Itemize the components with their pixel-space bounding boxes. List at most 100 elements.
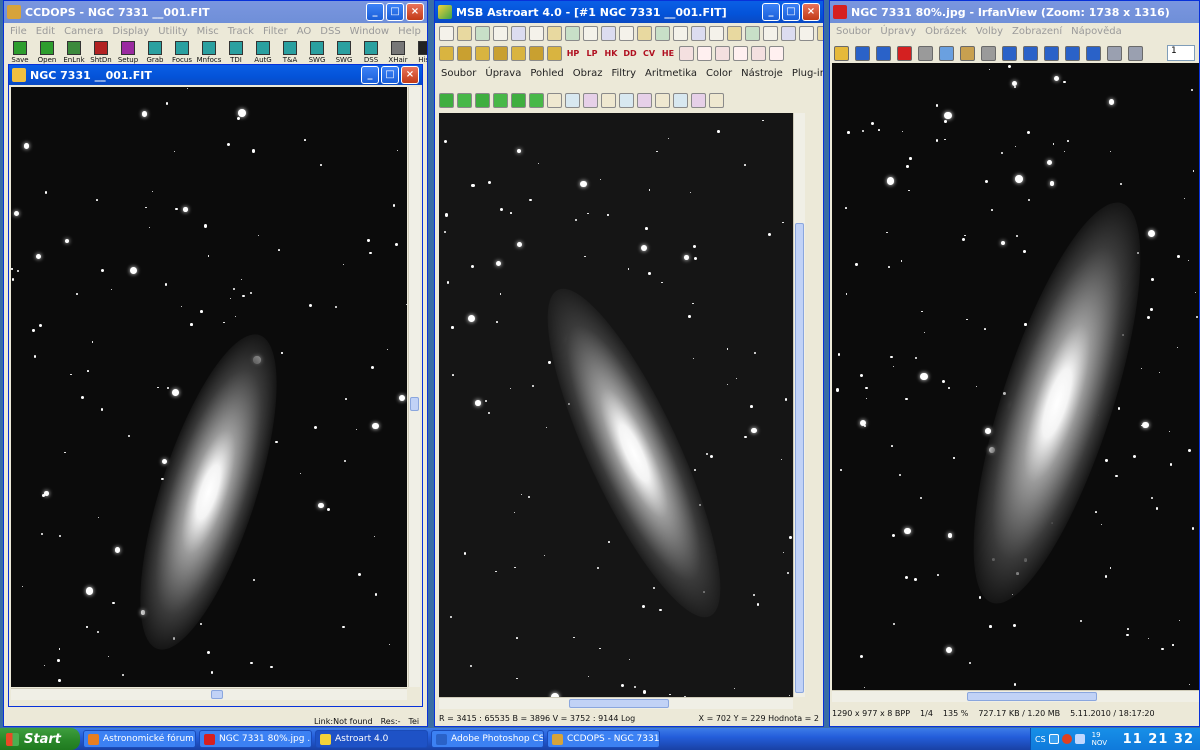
astroart-tool-e-5-icon[interactable] (637, 92, 652, 108)
ccdops-menu-7[interactable]: Filter (263, 26, 288, 37)
volume-icon[interactable] (1074, 734, 1085, 744)
astroart-tool-a-21-icon[interactable] (817, 25, 823, 41)
astroart-tool-c-2-icon[interactable] (715, 45, 730, 61)
irfanview-menu-3[interactable]: Volby (976, 26, 1003, 37)
irfanview-horizontal-scrollbar[interactable] (832, 690, 1199, 702)
child-close-button[interactable]: × (401, 66, 419, 84)
close-button[interactable]: × (406, 3, 424, 21)
filter-1-button[interactable]: LP (584, 49, 600, 58)
ccdops-menu-8[interactable]: AO (297, 26, 312, 37)
child-maximize-button[interactable]: □ (381, 66, 399, 84)
astroart-titlebar[interactable]: MSB Astroart 4.0 - [#1 NGC 7331 __001.FI… (435, 1, 823, 23)
astroart-tool-e-8-icon[interactable] (691, 92, 706, 108)
astroart-tool-b-6-icon[interactable] (547, 45, 562, 61)
astroart-tool-b-4-icon[interactable] (511, 45, 526, 61)
irfanview-tool-8-icon[interactable] (1002, 45, 1017, 61)
astroart-menu-4[interactable]: Filtry (611, 68, 636, 79)
start-button[interactable]: Start (0, 728, 80, 750)
astroart-tool-e-9-icon[interactable] (709, 92, 724, 108)
ccdops-tool-0-button[interactable]: Save (8, 40, 32, 64)
ccdops-tool-8-button[interactable]: TDI (224, 40, 248, 64)
astroart-menu-3[interactable]: Obraz (573, 68, 603, 79)
astroart-tool-d-1-icon[interactable] (457, 92, 472, 108)
ccdops-menu-5[interactable]: Misc (197, 26, 219, 37)
astroart-tool-a-2-icon[interactable] (475, 25, 490, 41)
maximize-button[interactable]: □ (386, 3, 404, 21)
page-number-field[interactable]: 1 (1167, 45, 1195, 61)
astroart-tool-e-0-icon[interactable] (547, 92, 562, 108)
astroart-tool-c-5-icon[interactable] (769, 45, 784, 61)
ccdops-menu-3[interactable]: Display (112, 26, 149, 37)
taskbar-task-3[interactable]: Adobe Photoshop CS... (431, 730, 544, 748)
astroart-tool-c-0-icon[interactable] (679, 45, 694, 61)
ccdops-tool-1-button[interactable]: Open (35, 40, 59, 64)
astroart-tool-a-16-icon[interactable] (727, 25, 742, 41)
irfanview-menu-4[interactable]: Zobrazení (1012, 26, 1062, 37)
astroart-tool-b-2-icon[interactable] (475, 45, 490, 61)
ccdops-tool-3-button[interactable]: ShtDn (89, 40, 113, 64)
ccdops-menu-10[interactable]: Window (350, 26, 389, 37)
irfanview-menu-2[interactable]: Obrázek (925, 26, 967, 37)
ccdops-horizontal-scrollbar[interactable] (11, 688, 407, 700)
astroart-tool-a-10-icon[interactable] (619, 25, 634, 41)
astroart-tool-e-7-icon[interactable] (673, 92, 688, 108)
astroart-tool-d-4-icon[interactable] (511, 92, 526, 108)
astroart-tool-b-0-icon[interactable] (439, 45, 454, 61)
filter-4-button[interactable]: CV (641, 49, 657, 58)
astroart-tool-e-2-icon[interactable] (583, 92, 598, 108)
astroart-tool-a-7-icon[interactable] (565, 25, 580, 41)
astroart-tool-a-20-icon[interactable] (799, 25, 814, 41)
ccdops-image-canvas[interactable] (11, 87, 407, 687)
filter-3-button[interactable]: DD (622, 49, 638, 58)
astroart-tool-e-3-icon[interactable] (601, 92, 616, 108)
irfanview-tool-4-icon[interactable] (918, 45, 933, 61)
ccdops-tool-14-button[interactable]: XHair (386, 40, 410, 64)
astroart-tool-d-0-icon[interactable] (439, 92, 454, 108)
close-button[interactable]: × (802, 3, 820, 21)
ccdops-menu-9[interactable]: DSS (320, 26, 340, 37)
astroart-vertical-scrollbar[interactable] (793, 113, 805, 697)
minimize-button[interactable]: _ (762, 3, 780, 21)
ccdops-tool-5-button[interactable]: Grab (143, 40, 167, 64)
taskbar-task-4[interactable]: CCDOPS - NGC 7331 ... (547, 730, 660, 748)
astroart-tool-a-1-icon[interactable] (457, 25, 472, 41)
ccdops-tool-7-button[interactable]: Mnfocs (197, 40, 221, 64)
astroart-menu-5[interactable]: Aritmetika (645, 68, 697, 79)
ccdops-tool-10-button[interactable]: T&A (278, 40, 302, 64)
security-icon[interactable] (1061, 734, 1072, 744)
astroart-menu-2[interactable]: Pohled (530, 68, 563, 79)
taskbar-task-2[interactable]: Astroart 4.0 (315, 730, 428, 748)
astroart-tool-a-15-icon[interactable] (709, 25, 724, 41)
astroart-tool-a-12-icon[interactable] (655, 25, 670, 41)
astroart-menu-0[interactable]: Soubor (441, 68, 476, 79)
ccdops-menu-2[interactable]: Camera (64, 26, 103, 37)
ccdops-tool-4-button[interactable]: Setup (116, 40, 140, 64)
astroart-menu-7[interactable]: Nástroje (741, 68, 783, 79)
language-indicator[interactable]: CS (1035, 735, 1046, 744)
astroart-tool-e-6-icon[interactable] (655, 92, 670, 108)
irfanview-tool-1-icon[interactable] (855, 45, 870, 61)
filter-5-button[interactable]: HE (660, 49, 676, 58)
irfanview-menu-1[interactable]: Úpravy (880, 26, 916, 37)
astroart-tool-c-4-icon[interactable] (751, 45, 766, 61)
astroart-horizontal-scrollbar[interactable] (439, 697, 793, 709)
irfanview-tool-7-icon[interactable] (981, 45, 996, 61)
astroart-tool-a-3-icon[interactable] (493, 25, 508, 41)
astroart-tool-d-3-icon[interactable] (493, 92, 508, 108)
astroart-tool-d-2-icon[interactable] (475, 92, 490, 108)
astroart-tool-e-4-icon[interactable] (619, 92, 634, 108)
ccdops-tool-15-button[interactable]: Hist (413, 40, 427, 64)
ccdops-menu-1[interactable]: Edit (36, 26, 55, 37)
filter-0-button[interactable]: HP (565, 49, 581, 58)
astroart-tool-a-9-icon[interactable] (601, 25, 616, 41)
astroart-image-canvas[interactable] (439, 113, 793, 697)
astroart-tool-c-3-icon[interactable] (733, 45, 748, 61)
astroart-tool-a-4-icon[interactable] (511, 25, 526, 41)
taskbar-task-0[interactable]: Astronomické fórum -... (83, 730, 196, 748)
astroart-tool-a-11-icon[interactable] (637, 25, 652, 41)
irfanview-tool-5-icon[interactable] (939, 45, 954, 61)
astroart-tool-d-5-icon[interactable] (529, 92, 544, 108)
astroart-tool-a-18-icon[interactable] (763, 25, 778, 41)
ccdops-tool-11-button[interactable]: SWG (305, 40, 329, 64)
astroart-menu-6[interactable]: Color (706, 68, 732, 79)
